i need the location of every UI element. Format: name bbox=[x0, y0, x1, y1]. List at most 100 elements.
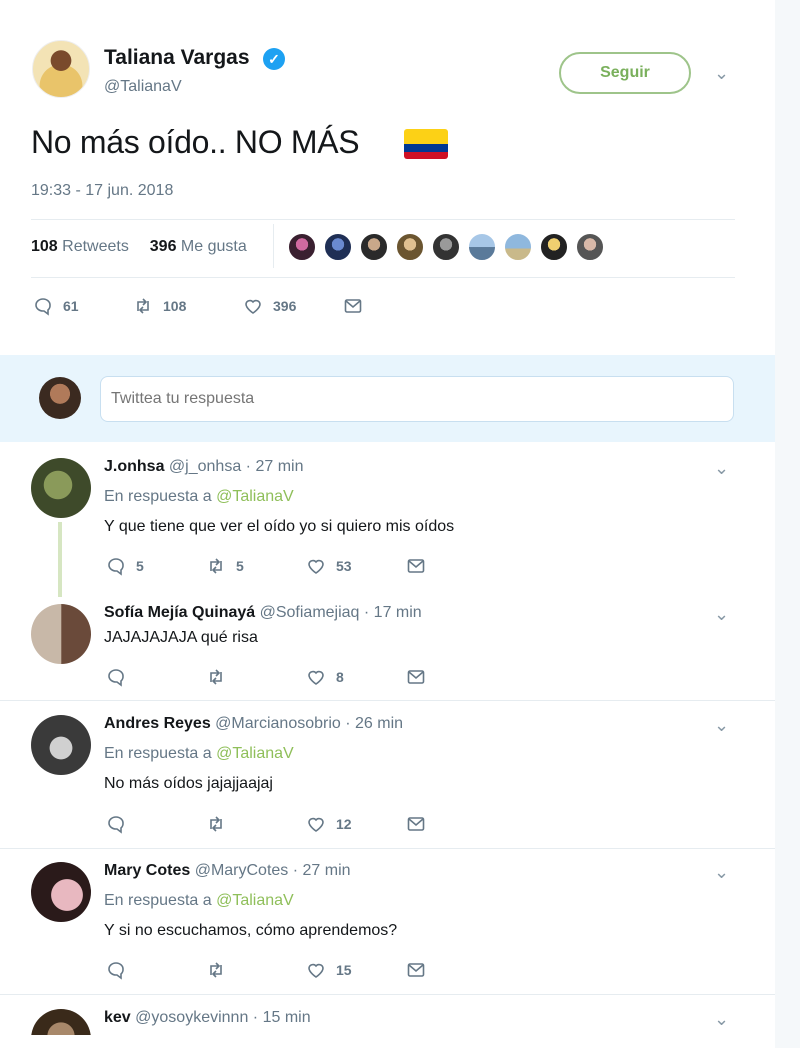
reply-avatar[interactable] bbox=[31, 1009, 91, 1035]
reply-icon[interactable] bbox=[106, 556, 126, 576]
author-avatar[interactable] bbox=[32, 40, 90, 98]
retweets-count[interactable]: 108 bbox=[31, 238, 58, 255]
likes-count[interactable]: 396 bbox=[150, 238, 177, 255]
divider bbox=[31, 219, 735, 220]
like-count: 12 bbox=[336, 816, 352, 832]
reply-header: Mary Cotes @MaryCotes · 27 min bbox=[104, 862, 351, 880]
author-name[interactable]: Taliana Vargas bbox=[104, 46, 250, 70]
reply-author-name[interactable]: kev bbox=[104, 1009, 131, 1026]
message-icon[interactable] bbox=[406, 960, 426, 980]
message-icon[interactable] bbox=[343, 296, 363, 316]
reply-actions: 8 bbox=[106, 667, 426, 687]
reply-author-handle[interactable]: @Marcianosobrio bbox=[215, 715, 341, 732]
in-reply-mention[interactable]: @TalianaV bbox=[216, 488, 294, 505]
current-user-avatar bbox=[39, 377, 81, 419]
reply-author-handle[interactable]: @MaryCotes bbox=[195, 862, 289, 879]
message-icon[interactable] bbox=[406, 667, 426, 687]
reply-time[interactable]: · 27 min bbox=[246, 458, 304, 475]
chevron-down-icon[interactable]: ⌄ bbox=[714, 64, 729, 82]
in-reply-label: En respuesta a bbox=[104, 488, 212, 505]
tweet-timestamp[interactable]: 19:33 - 17 jun. 2018 bbox=[31, 182, 173, 200]
liker-avatar[interactable] bbox=[395, 232, 425, 262]
reply-author-name[interactable]: Mary Cotes bbox=[104, 862, 190, 879]
divider bbox=[0, 848, 775, 849]
divider bbox=[31, 277, 735, 278]
chevron-down-icon[interactable]: ⌄ bbox=[714, 459, 729, 477]
chevron-down-icon[interactable]: ⌄ bbox=[714, 605, 729, 623]
reply-text: No más oídos jajajjaajaj bbox=[104, 775, 273, 792]
in-reply-mention[interactable]: @TalianaV bbox=[216, 745, 294, 762]
liker-avatar[interactable] bbox=[359, 232, 389, 262]
retweet-icon[interactable] bbox=[206, 556, 226, 576]
tweet-actions: 61 108 396 bbox=[33, 296, 363, 316]
reply-author-name[interactable]: J.onhsa bbox=[104, 458, 164, 475]
like-icon[interactable] bbox=[306, 960, 326, 980]
reply-avatar[interactable] bbox=[31, 458, 91, 518]
reply-author-handle[interactable]: @Sofiamejiaq bbox=[260, 604, 360, 621]
in-reply-to: En respuesta a @TalianaV bbox=[104, 488, 294, 506]
tweet-detail-card: Taliana Vargas ✓ @TalianaV Seguir ⌄ No m… bbox=[0, 0, 775, 1035]
retweet-icon[interactable] bbox=[206, 960, 226, 980]
liker-avatar[interactable] bbox=[503, 232, 533, 262]
reply-text: JAJAJAJAJA qué risa bbox=[104, 629, 258, 646]
retweets-label[interactable]: Retweets bbox=[62, 238, 129, 255]
liker-avatar[interactable] bbox=[467, 232, 497, 262]
retweet-icon[interactable] bbox=[133, 296, 153, 316]
liker-avatar[interactable] bbox=[431, 232, 461, 262]
reply-author-name[interactable]: Andres Reyes bbox=[104, 715, 211, 732]
divider bbox=[0, 994, 775, 995]
reply-time[interactable]: · 15 min bbox=[253, 1009, 311, 1026]
colombia-flag-icon bbox=[404, 129, 448, 159]
reply-author-handle[interactable]: @j_onhsa bbox=[169, 458, 241, 475]
retweet-icon[interactable] bbox=[206, 814, 226, 834]
liker-avatar[interactable] bbox=[323, 232, 353, 262]
reply-icon[interactable] bbox=[106, 960, 126, 980]
like-icon[interactable] bbox=[306, 814, 326, 834]
chevron-down-icon[interactable]: ⌄ bbox=[714, 716, 729, 734]
message-icon[interactable] bbox=[406, 556, 426, 576]
page-background bbox=[775, 0, 800, 1048]
retweet-count: 5 bbox=[236, 558, 244, 574]
in-reply-mention[interactable]: @TalianaV bbox=[216, 892, 294, 909]
reply-avatar[interactable] bbox=[31, 604, 91, 664]
chevron-down-icon[interactable]: ⌄ bbox=[714, 863, 729, 881]
reply-header: Andres Reyes @Marcianosobrio · 26 min bbox=[104, 715, 403, 733]
like-icon[interactable] bbox=[243, 296, 263, 316]
message-icon[interactable] bbox=[406, 814, 426, 834]
reply-avatar[interactable] bbox=[31, 862, 91, 922]
reply-time[interactable]: · 26 min bbox=[345, 715, 403, 732]
likes-label[interactable]: Me gusta bbox=[181, 238, 247, 255]
like-icon[interactable] bbox=[306, 556, 326, 576]
liker-avatar[interactable] bbox=[287, 232, 317, 262]
like-count: 8 bbox=[336, 669, 344, 685]
reply-count: 61 bbox=[63, 298, 79, 314]
reply-author-name[interactable]: Sofía Mejía Quinayá bbox=[104, 604, 255, 621]
retweet-icon[interactable] bbox=[206, 667, 226, 687]
author-handle[interactable]: @TalianaV bbox=[104, 78, 182, 96]
reply-actions: 5 5 53 bbox=[106, 556, 426, 576]
divider bbox=[273, 224, 274, 268]
reply-author-handle[interactable]: @yosoykevinnn bbox=[135, 1009, 248, 1026]
reply-avatar[interactable] bbox=[31, 715, 91, 775]
reply-header: kev @yosoykevinnn · 15 min bbox=[104, 1009, 311, 1027]
reply-time[interactable]: · 27 min bbox=[293, 862, 351, 879]
like-icon[interactable] bbox=[306, 667, 326, 687]
tweet-stats: 108 Retweets 396 Me gusta bbox=[31, 238, 247, 256]
reply-count: 5 bbox=[136, 558, 144, 574]
reply-time[interactable]: · 17 min bbox=[364, 604, 422, 621]
in-reply-label: En respuesta a bbox=[104, 745, 212, 762]
liker-avatar[interactable] bbox=[539, 232, 569, 262]
reply-icon[interactable] bbox=[106, 814, 126, 834]
reply-text: Y que tiene que ver el oído yo si quiero… bbox=[104, 518, 455, 535]
reply-input[interactable] bbox=[100, 376, 734, 422]
in-reply-to: En respuesta a @TalianaV bbox=[104, 745, 294, 763]
follow-button[interactable]: Seguir bbox=[559, 52, 691, 94]
liker-avatar[interactable] bbox=[575, 232, 605, 262]
reply-icon[interactable] bbox=[33, 296, 53, 316]
reply-actions: 12 bbox=[106, 814, 426, 834]
thread-line bbox=[58, 522, 62, 597]
reply-icon[interactable] bbox=[106, 667, 126, 687]
reply-header: Sofía Mejía Quinayá @Sofiamejiaq · 17 mi… bbox=[104, 604, 422, 622]
chevron-down-icon[interactable]: ⌄ bbox=[714, 1010, 729, 1028]
in-reply-to: En respuesta a @TalianaV bbox=[104, 892, 294, 910]
